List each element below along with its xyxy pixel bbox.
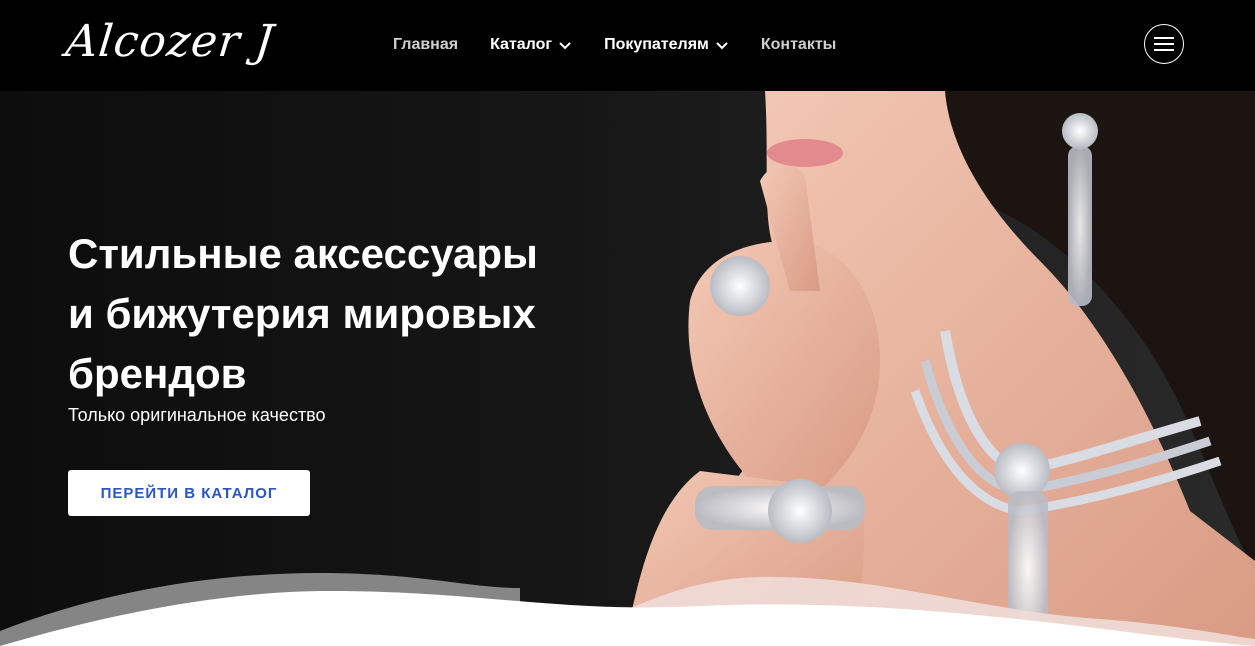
hero-headline: Стильные аксессуары и бижутерия мировых … [68, 224, 628, 404]
hamburger-icon [1154, 37, 1174, 51]
chevron-down-icon [559, 42, 571, 50]
headline-line: брендов [68, 350, 247, 397]
hero-banner: Стильные аксессуары и бижутерия мировых … [0, 91, 1255, 646]
main-nav: Главная Каталог Покупателям Контакты [393, 30, 868, 60]
nav-item-home[interactable]: Главная [393, 30, 458, 60]
nav-item-label: Контакты [760, 36, 837, 53]
page: Alcozer J Главная Каталог Покупателям Ко… [0, 0, 1255, 646]
nav-item-label: Каталог [490, 36, 553, 53]
nav-item-label: Покупателям [604, 36, 709, 53]
menu-button[interactable] [1144, 24, 1184, 64]
chevron-down-icon [716, 42, 728, 50]
hero-subtitle: Только оригинальное качество [68, 405, 326, 425]
brand-logo[interactable]: Alcozer J [63, 12, 277, 72]
site-header: Alcozer J Главная Каталог Покупателям Ко… [0, 0, 1255, 91]
nav-item-contacts[interactable]: Контакты [761, 30, 836, 60]
nav-item-catalog[interactable]: Каталог [490, 30, 572, 60]
headline-line: и бижутерия мировых [68, 290, 536, 337]
nav-item-label: Главная [393, 36, 459, 53]
nav-item-customers[interactable]: Покупателям [604, 30, 729, 60]
headline-line: Стильные аксессуары [68, 230, 538, 277]
go-to-catalog-button[interactable]: ПЕРЕЙТИ В КАТАЛОГ [68, 470, 310, 516]
